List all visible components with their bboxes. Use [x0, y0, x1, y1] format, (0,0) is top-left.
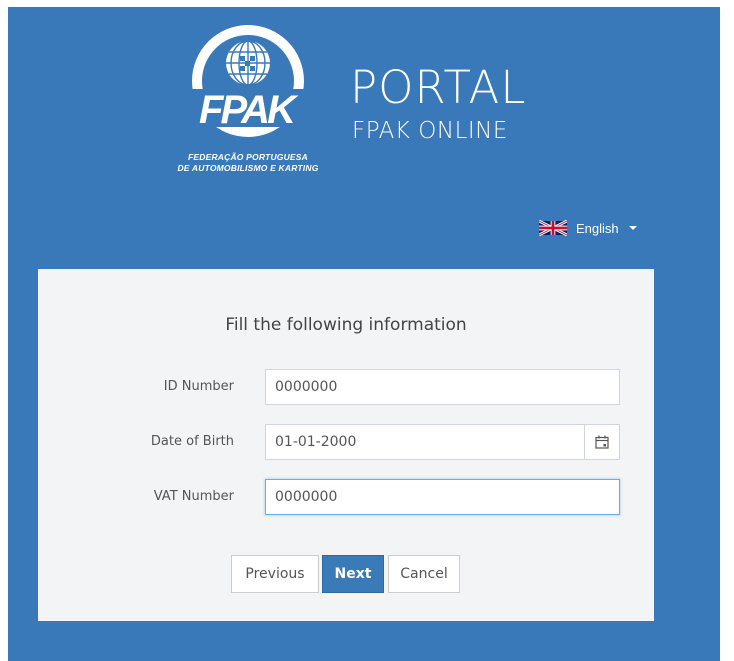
chevron-down-icon — [628, 226, 637, 230]
vat-number-row: VAT Number — [38, 479, 654, 515]
portal-subtitle: FPAK ONLINE — [352, 118, 508, 144]
calendar-icon — [595, 435, 609, 449]
next-button[interactable]: Next — [322, 555, 384, 593]
date-of-birth-input[interactable] — [265, 424, 585, 460]
id-number-row: ID Number — [38, 369, 654, 405]
form-title: Fill the following information — [225, 315, 467, 335]
date-of-birth-label: Date of Birth — [150, 434, 234, 449]
fpak-logo: FPAK FEDERAÇÃO PORTUGUESA DE AUTOMOBILIS… — [168, 19, 328, 194]
page-background: FPAK FEDERAÇÃO PORTUGUESA DE AUTOMOBILIS… — [8, 7, 720, 661]
previous-button[interactable]: Previous — [231, 555, 319, 593]
language-label: English — [576, 220, 619, 236]
logo-subtitle: FEDERAÇÃO PORTUGUESA DE AUTOMOBILISMO E … — [168, 152, 328, 174]
date-of-birth-row: Date of Birth — [38, 424, 654, 460]
cancel-button[interactable]: Cancel — [388, 555, 460, 593]
vat-number-label: VAT Number — [153, 489, 234, 504]
portal-title: PORTAL — [350, 61, 527, 114]
id-number-label: ID Number — [163, 379, 234, 394]
language-selector[interactable]: English — [539, 217, 637, 239]
fpak-emblem-icon: FPAK — [180, 25, 312, 137]
vat-number-input[interactable] — [265, 479, 620, 515]
calendar-button[interactable] — [584, 424, 620, 460]
form-card: Fill the following information ID Number… — [38, 269, 654, 621]
uk-flag-icon — [539, 220, 567, 236]
logo-initials: FPAK — [199, 88, 299, 132]
date-of-birth-group — [265, 424, 620, 460]
id-number-input[interactable] — [265, 369, 620, 405]
logo-subtitle-line2: DE AUTOMOBILISMO E KARTING — [177, 163, 319, 173]
logo-subtitle-line1: FEDERAÇÃO PORTUGUESA — [187, 152, 309, 162]
form-buttons: Previous Next Cancel — [38, 555, 654, 593]
